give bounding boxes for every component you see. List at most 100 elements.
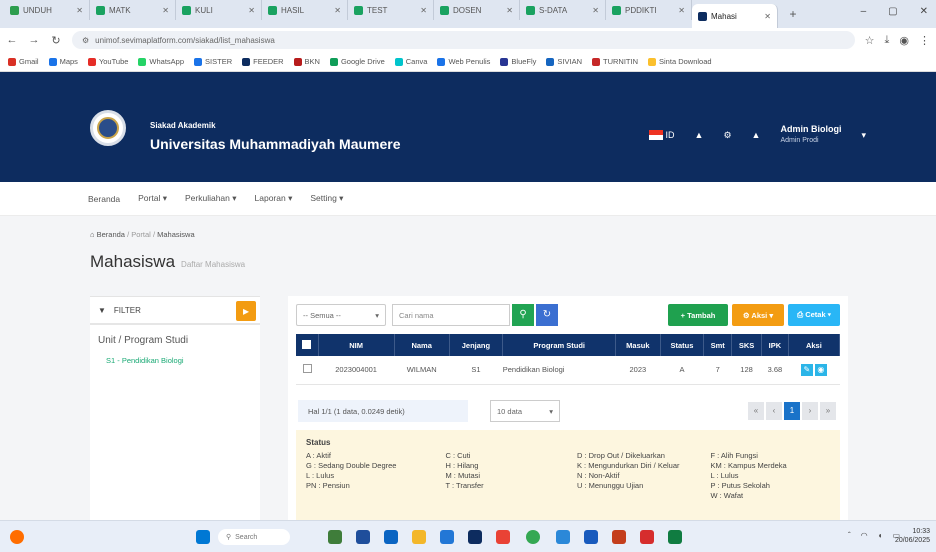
tab-close-icon[interactable]: ✕ — [592, 6, 599, 15]
print-button[interactable]: ⎙ Cetak ▾ — [788, 304, 840, 326]
per-page-select[interactable]: 10 data ▾ — [490, 400, 560, 422]
page-button[interactable]: ‹ — [766, 402, 782, 420]
bookmark-item[interactable]: Google Drive — [329, 57, 385, 66]
user-menu[interactable]: Admin Biologi Admin Prodi — [780, 124, 841, 146]
tray-chevron-icon[interactable]: ˆ — [848, 531, 851, 540]
url-field[interactable]: ⚙ unimof.sevimaplatform.com/siakad/list_… — [72, 31, 855, 49]
maximize-button[interactable]: ▢ — [888, 6, 897, 17]
page-button[interactable]: 1 — [784, 402, 800, 420]
tab-close-icon[interactable]: ✕ — [248, 6, 255, 15]
tab-close-icon[interactable]: ✕ — [420, 6, 427, 15]
new-tab-button[interactable]: + — [784, 7, 802, 21]
pdf-icon[interactable] — [640, 530, 654, 544]
tab-close-icon[interactable]: ✕ — [162, 6, 169, 15]
breadcrumb-portal[interactable]: Portal — [131, 230, 151, 239]
bookmark-item[interactable]: Canva — [394, 57, 427, 66]
action-button[interactable]: ⚙ Aksi ▾ — [732, 304, 784, 326]
browser-tab[interactable]: TEST ✕ — [348, 0, 434, 20]
row-checkbox[interactable] — [302, 364, 312, 374]
menu-item[interactable]: Setting ▾ — [310, 193, 343, 204]
browser-tab[interactable]: KULI ✕ — [176, 0, 262, 20]
browser-tab[interactable]: MATK ✕ — [90, 0, 176, 20]
bookmark-item[interactable]: YouTube — [87, 57, 128, 66]
edit-icon[interactable]: ✎ — [800, 363, 813, 376]
row-checkbox-cell[interactable] — [296, 356, 318, 385]
browser-menu-icon[interactable]: ⋮ — [919, 34, 930, 47]
view-icon[interactable]: ◉ — [814, 363, 827, 376]
bookmark-star-icon[interactable]: ☆ — [865, 34, 875, 47]
language-switch[interactable]: ID — [648, 130, 675, 141]
search-input[interactable]: Cari nama — [392, 304, 510, 326]
bookmark-item[interactable]: SIVIAN — [546, 57, 582, 66]
user-dropdown-icon[interactable]: ▾ — [861, 130, 866, 141]
taskbar-search[interactable]: ⚲ Search — [218, 529, 290, 545]
volume-icon[interactable]: ◖ — [878, 531, 883, 540]
bookmark-item[interactable]: BKN — [293, 57, 320, 66]
add-button[interactable]: + Tambah — [668, 304, 728, 326]
tab-close-icon[interactable]: ✕ — [76, 6, 83, 15]
vscode-icon[interactable] — [556, 530, 570, 544]
university-logo[interactable] — [90, 110, 126, 146]
excel-icon[interactable] — [668, 530, 682, 544]
menu-item[interactable]: Portal ▾ — [138, 193, 167, 204]
tab-close-icon[interactable]: ✕ — [506, 6, 513, 15]
bookmark-item[interactable]: SISTER — [194, 57, 232, 66]
browser-tab[interactable]: DOSEN ✕ — [434, 0, 520, 20]
bookmark-item[interactable]: TURNITIN — [592, 57, 638, 66]
word-icon[interactable] — [584, 530, 598, 544]
browser-tab[interactable]: UNDUH ✕ — [4, 0, 90, 20]
taskview-icon[interactable] — [356, 530, 370, 544]
wifi-icon[interactable]: ◠ — [861, 531, 868, 540]
close-window-button[interactable]: ✕ — [920, 6, 928, 17]
user-icon[interactable]: ▲ — [752, 130, 761, 140]
select-all-checkbox[interactable] — [302, 339, 312, 349]
browser-tab[interactable]: Mahasi ✕ — [692, 4, 778, 28]
app-icon[interactable] — [496, 530, 510, 544]
back-button[interactable]: ← — [6, 34, 18, 46]
store-icon[interactable] — [468, 530, 482, 544]
page-button[interactable]: « — [748, 402, 764, 420]
tab-close-icon[interactable]: ✕ — [764, 12, 771, 21]
widgets-icon[interactable] — [328, 530, 342, 544]
filter-toggle-button[interactable]: ▸ — [236, 301, 256, 321]
site-info-icon[interactable]: ⚙ — [82, 36, 89, 45]
reload-button[interactable]: ↻ — [50, 34, 62, 47]
page-button[interactable]: » — [820, 402, 836, 420]
settings-icon[interactable]: ⚙ — [723, 130, 731, 141]
page-button[interactable]: › — [802, 402, 818, 420]
tab-close-icon[interactable]: ✕ — [334, 6, 341, 15]
menu-item[interactable]: Beranda — [88, 194, 120, 204]
powerpoint-icon[interactable] — [612, 530, 626, 544]
filter-item-prodi[interactable]: S1 - Pendidikan Biologi — [90, 346, 260, 375]
breadcrumb-home[interactable]: Beranda — [97, 230, 125, 239]
search-button[interactable]: ⚲ — [512, 304, 534, 326]
notification-icon[interactable] — [10, 530, 24, 544]
select-all-header[interactable] — [296, 334, 319, 356]
menu-item[interactable]: Perkuliahan ▾ — [185, 193, 237, 204]
bookmark-item[interactable]: BlueFly — [500, 57, 536, 66]
bookmark-item[interactable]: FEEDER — [242, 57, 284, 66]
profile-icon[interactable]: ◉ — [899, 34, 909, 47]
taskbar-clock[interactable]: 10:33 20/06/2025 — [895, 527, 930, 545]
bookmark-item[interactable]: Web Penulis — [437, 57, 490, 66]
bookmark-item[interactable]: Sinta Download — [648, 57, 712, 66]
menu-item[interactable]: Laporan ▾ — [255, 193, 293, 204]
start-icon[interactable] — [196, 530, 210, 544]
tab-close-icon[interactable]: ✕ — [678, 6, 685, 15]
browser-tab[interactable]: S-DATA ✕ — [520, 0, 606, 20]
browser-tab[interactable]: HASIL ✕ — [262, 0, 348, 20]
download-icon[interactable]: ⤓ — [885, 34, 890, 47]
minimize-button[interactable]: – — [861, 6, 867, 17]
chrome-icon[interactable] — [526, 530, 540, 544]
bookmark-item[interactable]: WhatsApp — [138, 57, 184, 66]
refresh-button[interactable]: ↻ — [536, 304, 558, 326]
mail-icon[interactable] — [440, 530, 454, 544]
forward-button[interactable]: → — [28, 34, 40, 46]
edge-icon[interactable] — [384, 530, 398, 544]
bookmark-item[interactable]: Maps — [48, 57, 78, 66]
browser-tab[interactable]: PDDIKTI ✕ — [606, 0, 692, 20]
bell-icon[interactable]: ▲ — [695, 130, 704, 140]
table-row[interactable]: 2023004001 WILMAN S1 Pendidikan Biologi 2023… — [296, 356, 840, 385]
file-explorer-icon[interactable] — [412, 530, 426, 544]
bookmark-item[interactable]: Gmail — [8, 57, 39, 66]
